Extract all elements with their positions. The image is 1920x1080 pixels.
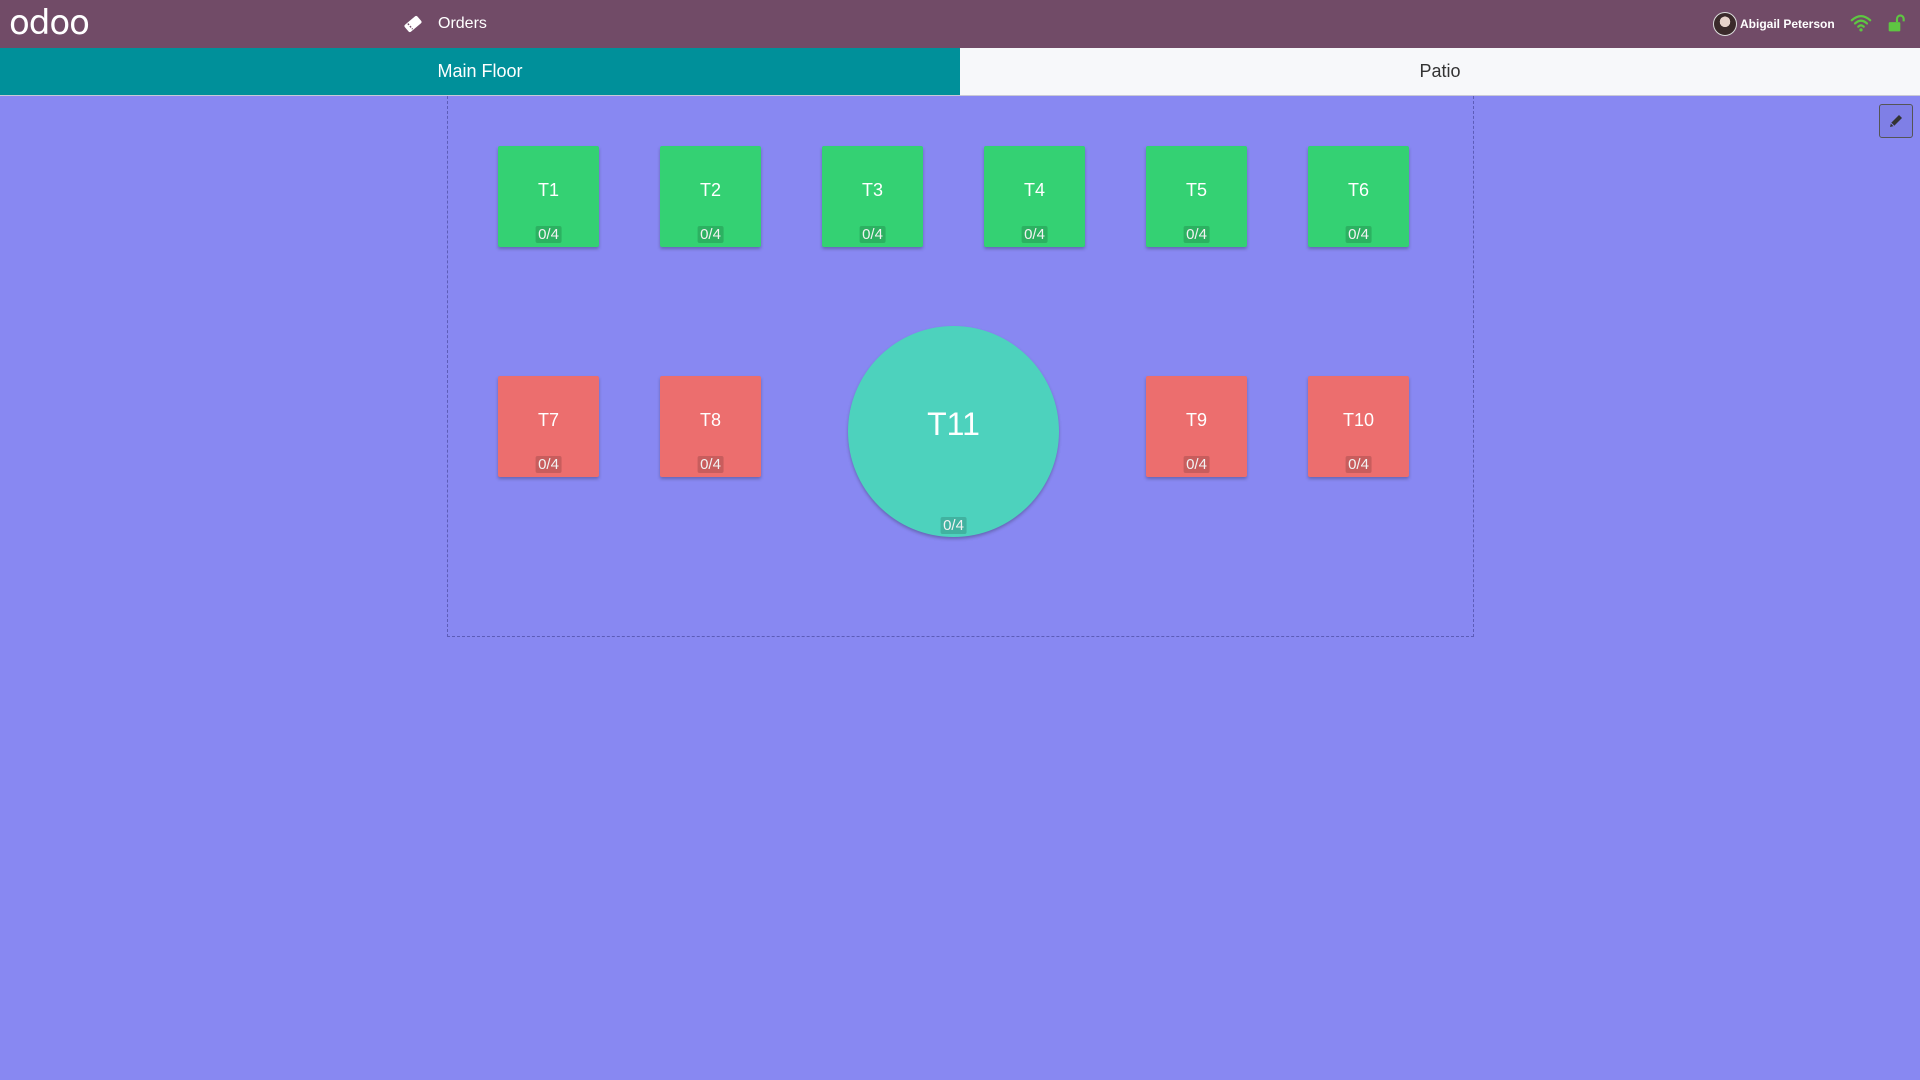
table-seats: 0/4 xyxy=(859,226,886,243)
table-name: T1 xyxy=(537,180,559,200)
table-t4[interactable]: T4 0/4 xyxy=(984,146,1085,247)
pencil-icon xyxy=(1890,115,1902,127)
table-name: T9 xyxy=(1185,410,1207,430)
table-seats: 0/4 xyxy=(1183,226,1210,243)
table-seats: 0/4 xyxy=(940,517,967,534)
wifi-icon[interactable] xyxy=(1850,12,1872,34)
table-t10[interactable]: T10 0/4 xyxy=(1308,376,1409,477)
table-seats: 0/4 xyxy=(535,226,562,243)
user-name: Abigail Peterson xyxy=(1740,17,1835,31)
odoo-logo[interactable]: odoo xyxy=(9,6,90,40)
unlocked-lock-icon[interactable] xyxy=(1887,13,1907,33)
table-name: T6 xyxy=(1347,180,1369,200)
ticket-icon xyxy=(404,15,422,33)
orders-button[interactable]: Orders xyxy=(402,10,487,38)
user-menu[interactable]: Abigail Peterson xyxy=(1713,11,1835,37)
table-name: T3 xyxy=(861,180,883,200)
table-t11[interactable]: T11 0/4 xyxy=(848,326,1059,537)
table-name: T7 xyxy=(537,410,559,430)
table-name: T11 xyxy=(927,406,980,442)
table-name: T5 xyxy=(1185,180,1207,200)
table-seats: 0/4 xyxy=(697,456,724,473)
table-seats: 0/4 xyxy=(535,456,562,473)
table-t6[interactable]: T6 0/4 xyxy=(1308,146,1409,247)
table-name: T2 xyxy=(699,180,721,200)
table-t1[interactable]: T1 0/4 xyxy=(498,146,599,247)
floor-tabs: Main Floor Patio xyxy=(0,48,1920,96)
table-t2[interactable]: T2 0/4 xyxy=(660,146,761,247)
table-t5[interactable]: T5 0/4 xyxy=(1146,146,1247,247)
table-t8[interactable]: T8 0/4 xyxy=(660,376,761,477)
table-seats: 0/4 xyxy=(1345,226,1372,243)
table-seats: 0/4 xyxy=(1183,456,1210,473)
orders-label: Orders xyxy=(438,15,487,32)
table-t9[interactable]: T9 0/4 xyxy=(1146,376,1247,477)
edit-floor-button[interactable] xyxy=(1879,104,1913,138)
table-seats: 0/4 xyxy=(697,226,724,243)
table-t3[interactable]: T3 0/4 xyxy=(822,146,923,247)
table-name: T4 xyxy=(1023,180,1045,200)
table-name: T8 xyxy=(699,410,721,430)
table-t7[interactable]: T7 0/4 xyxy=(498,376,599,477)
top-bar: odoo Orders Abigail Peterson xyxy=(0,0,1920,48)
tab-patio[interactable]: Patio xyxy=(960,48,1920,96)
tab-main-floor[interactable]: Main Floor xyxy=(0,48,960,96)
avatar xyxy=(1713,12,1737,36)
table-name: T10 xyxy=(1342,410,1375,430)
table-seats: 0/4 xyxy=(1345,456,1372,473)
table-seats: 0/4 xyxy=(1021,226,1048,243)
